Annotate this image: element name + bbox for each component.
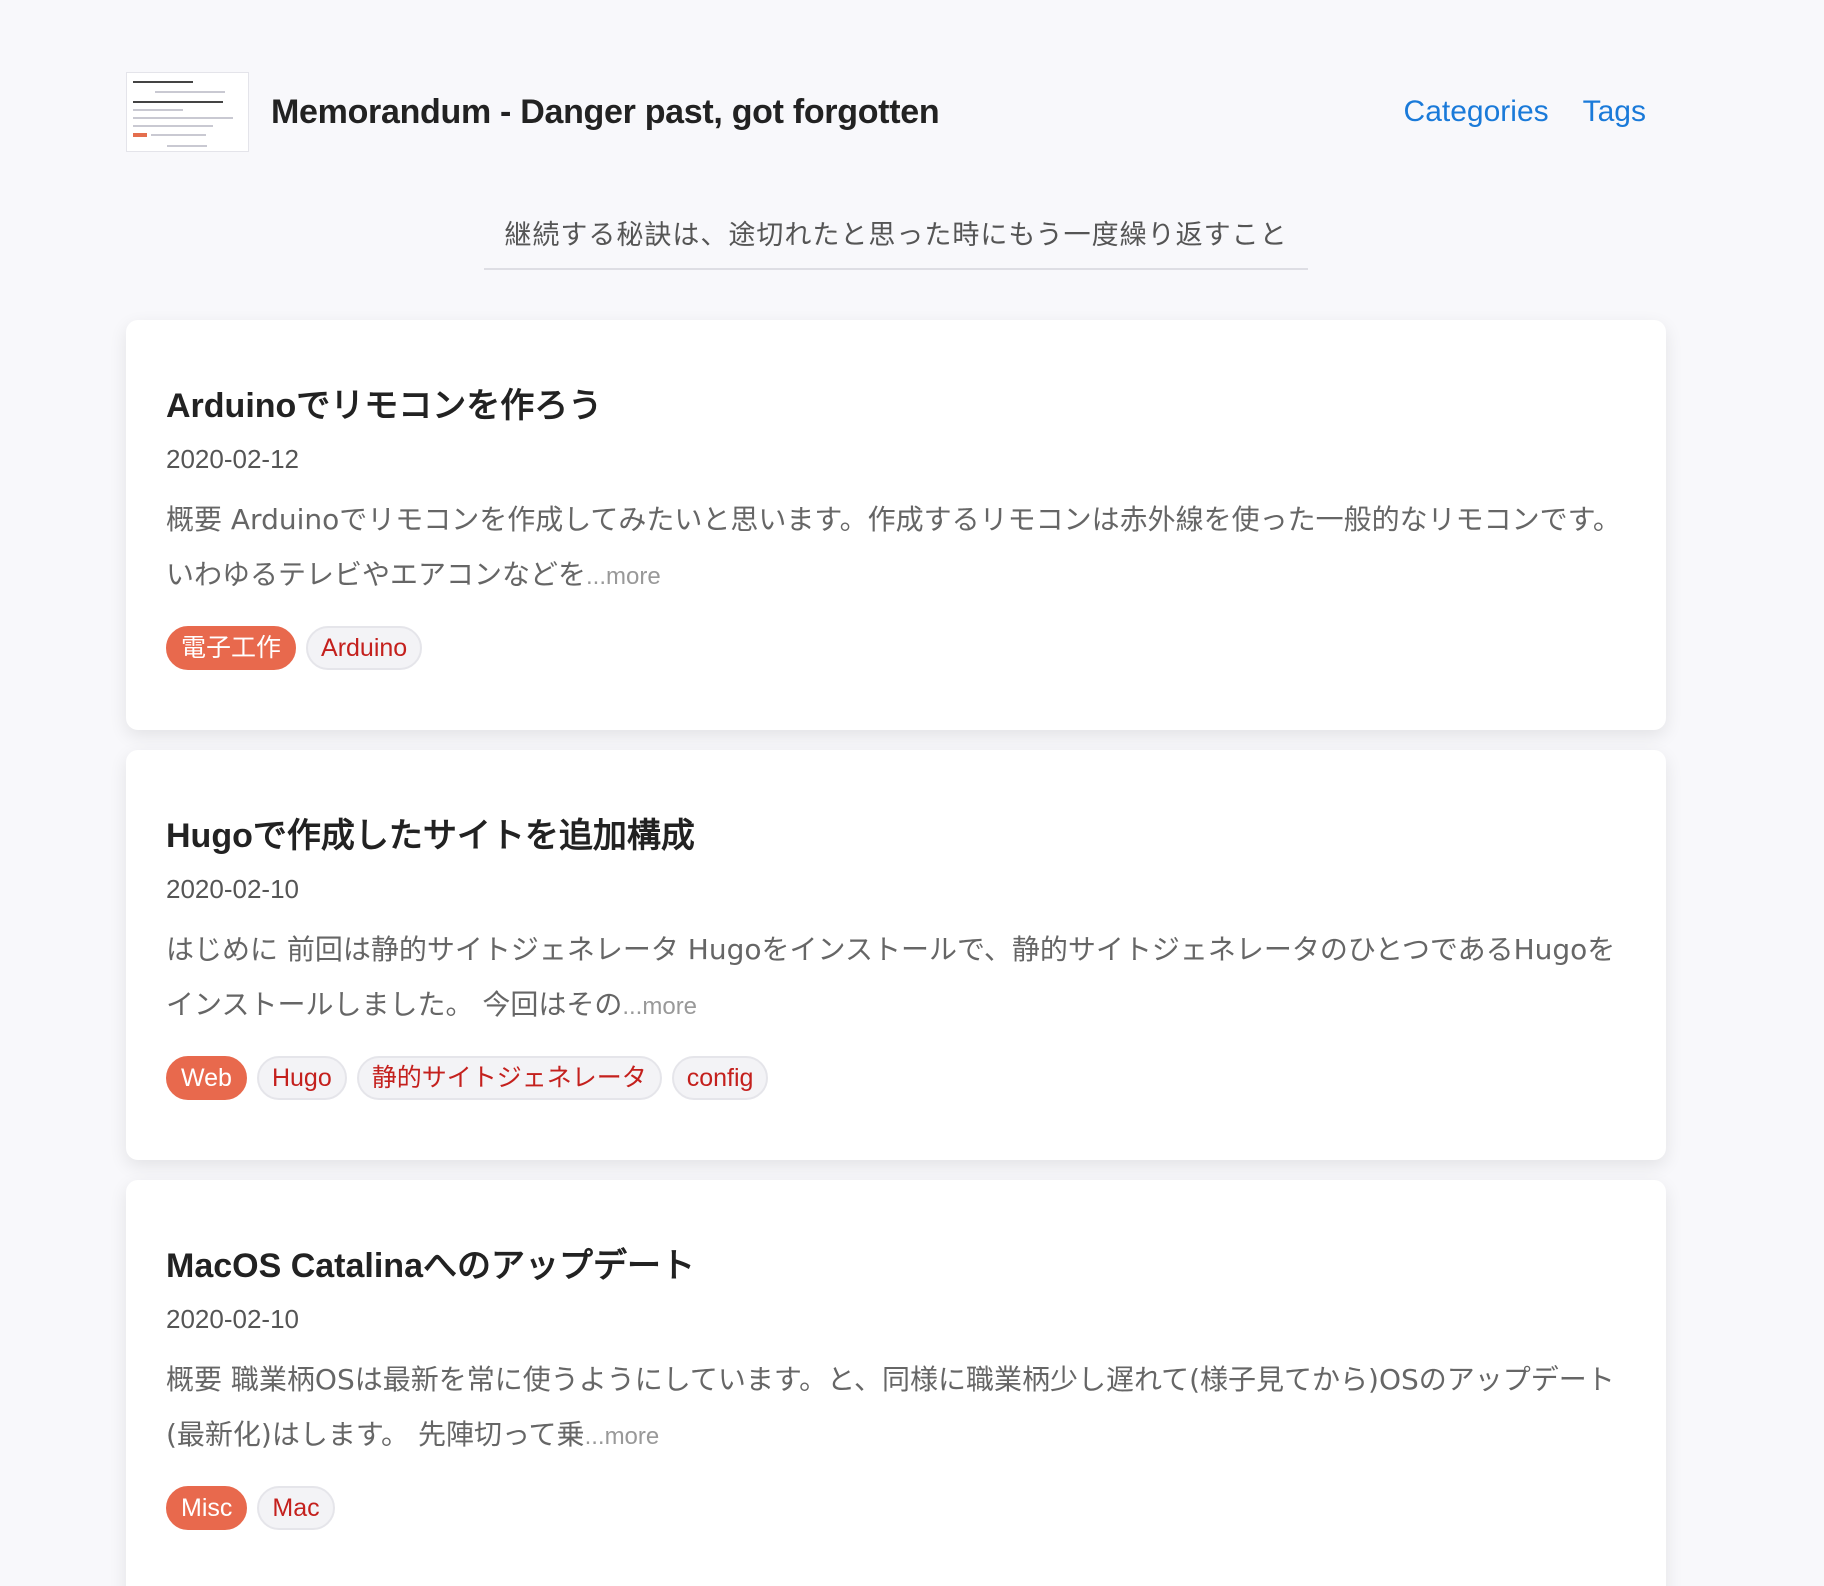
- post-date: 2020-02-12: [166, 444, 299, 474]
- post-card: Arduinoでリモコンを作ろう 2020-02-12 概要 Arduinoでリ…: [126, 320, 1666, 730]
- post-title[interactable]: MacOS Catalinaへのアップデート: [166, 1238, 695, 1287]
- tag-mac[interactable]: Mac: [257, 1486, 335, 1530]
- post-summary: 概要 Arduinoでリモコンを作成してみたいと思います。作成するリモコンは赤外…: [166, 492, 1636, 604]
- post-card: Hugoで作成したサイトを追加構成 2020-02-10 はじめに 前回は静的サ…: [126, 750, 1666, 1160]
- tag-arduino[interactable]: Arduino: [306, 626, 423, 670]
- top-nav: Categories Tags: [1404, 95, 1646, 129]
- read-more-link[interactable]: ...more: [586, 563, 661, 590]
- nav-tags-link[interactable]: Tags: [1583, 95, 1646, 129]
- page: Memorandum - Danger past, got forgotten …: [0, 0, 1824, 1586]
- post-date: 2020-02-10: [166, 1304, 299, 1334]
- post-tags: Misc Mac: [166, 1486, 335, 1530]
- tag-hugo[interactable]: Hugo: [256, 1056, 347, 1100]
- tag-static-site-generator[interactable]: 静的サイトジェネレータ: [356, 1056, 662, 1100]
- tag-config[interactable]: config: [671, 1056, 769, 1100]
- post-summary: 概要 職業柄OSは最新を常に使うようにしています。と、同様に職業柄少し遅れて(様…: [166, 1352, 1636, 1464]
- tagline-container: 継続する秘訣は、途切れたと思った時にもう一度繰り返すこと: [484, 208, 1308, 270]
- site-tagline: 継続する秘訣は、途切れたと思った時にもう一度繰り返すこと: [504, 220, 1288, 251]
- category-tag[interactable]: Misc: [166, 1486, 248, 1530]
- post-summary-text: 概要 職業柄OSは最新を常に使うようにしています。と、同様に職業柄少し遅れて(様…: [166, 1363, 1615, 1451]
- post-title[interactable]: Arduinoでリモコンを作ろう: [166, 378, 602, 427]
- category-tag[interactable]: Web: [166, 1056, 247, 1100]
- post-tags: 電子工作 Arduino: [166, 626, 423, 670]
- nav-categories-link[interactable]: Categories: [1404, 95, 1549, 129]
- post-summary-text: はじめに 前回は静的サイトジェネレータ Hugoをインストールで、静的サイトジェ…: [166, 933, 1616, 1021]
- post-title[interactable]: Hugoで作成したサイトを追加構成: [166, 808, 695, 857]
- post-summary-text: 概要 Arduinoでリモコンを作成してみたいと思います。作成するリモコンは赤外…: [166, 503, 1621, 591]
- site-logo[interactable]: [126, 72, 249, 152]
- read-more-link[interactable]: ...more: [622, 993, 697, 1020]
- site-header: Memorandum - Danger past, got forgotten …: [126, 72, 1646, 152]
- post-summary: はじめに 前回は静的サイトジェネレータ Hugoをインストールで、静的サイトジェ…: [166, 922, 1636, 1034]
- site-title[interactable]: Memorandum - Danger past, got forgotten: [271, 93, 940, 132]
- post-date: 2020-02-10: [166, 874, 299, 904]
- post-tags: Web Hugo 静的サイトジェネレータ config: [166, 1056, 769, 1100]
- read-more-link[interactable]: ...more: [585, 1423, 660, 1450]
- category-tag[interactable]: 電子工作: [166, 626, 297, 670]
- post-card: MacOS Catalinaへのアップデート 2020-02-10 概要 職業柄…: [126, 1180, 1666, 1586]
